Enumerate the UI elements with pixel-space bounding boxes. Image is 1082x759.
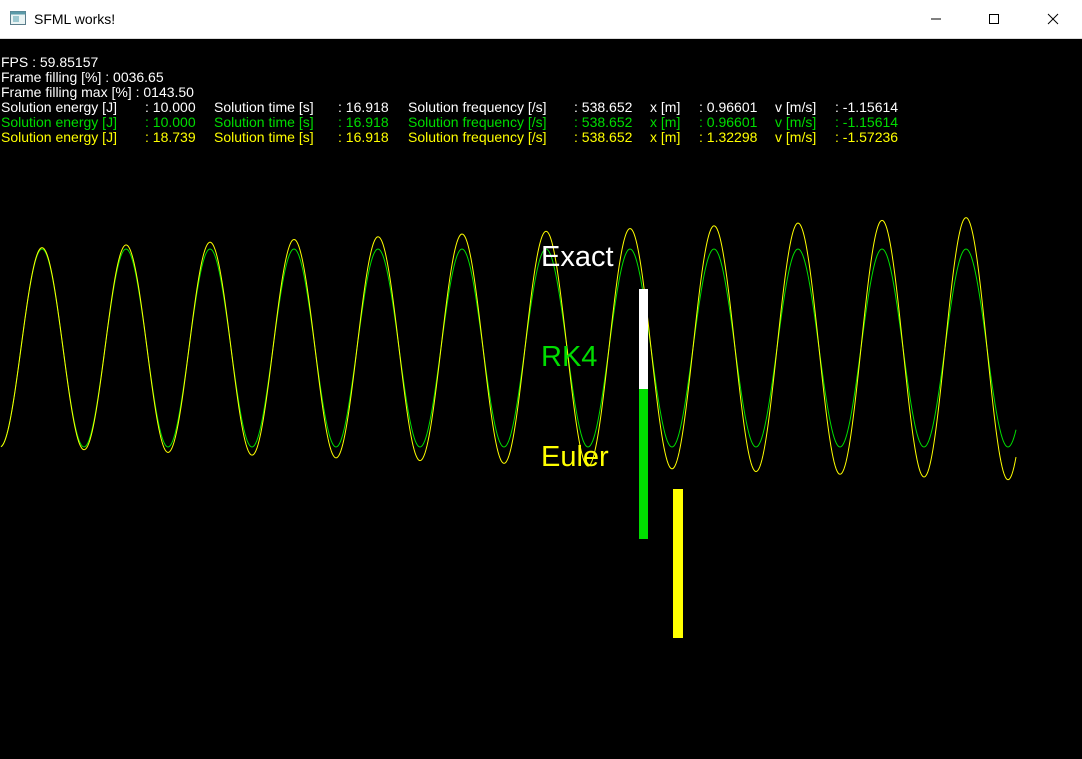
title-bar[interactable]: SFML works! bbox=[0, 0, 1082, 39]
oscillation-plot bbox=[0, 217, 1017, 481]
energy-value: : 10.000 bbox=[145, 99, 196, 115]
legend-rk4: RK4 bbox=[541, 341, 598, 373]
position-value: : 0.96601 bbox=[699, 114, 758, 130]
frame-filling-max-readout: Frame filling max [%] : 0143.50 bbox=[1, 84, 194, 100]
time-label: Solution time [s] bbox=[214, 114, 314, 130]
fps-readout: FPS : 59.85157 bbox=[1, 54, 99, 70]
euler-position-bar bbox=[673, 489, 683, 638]
velocity-label: v [m/s] bbox=[775, 129, 817, 145]
velocity-value: : -1.15614 bbox=[835, 99, 899, 115]
exact-position-bar bbox=[639, 289, 648, 389]
rk4-trajectory-line bbox=[0, 248, 1017, 448]
time-value: : 16.918 bbox=[338, 114, 389, 130]
time-value: : 16.918 bbox=[338, 99, 389, 115]
maximize-icon bbox=[989, 14, 999, 24]
energy-value: : 18.739 bbox=[145, 129, 196, 145]
legend-exact: Exact bbox=[541, 241, 614, 273]
frequency-label: Solution frequency [/s] bbox=[408, 99, 547, 115]
frequency-value: : 538.652 bbox=[574, 129, 633, 145]
time-label: Solution time [s] bbox=[214, 99, 314, 115]
frame-filling-readout: Frame filling [%] : 0036.65 bbox=[1, 69, 164, 85]
rk4-position-bar bbox=[639, 389, 648, 539]
app-window-icon bbox=[10, 11, 26, 25]
velocity-label: v [m/s] bbox=[775, 114, 817, 130]
position-value: : 1.32298 bbox=[699, 129, 758, 145]
stats-row-euler: Solution energy [J] : 18.739 Solution ti… bbox=[0, 130, 1082, 145]
position-label: x [m] bbox=[650, 99, 681, 115]
render-canvas: FPS : 59.85157 Frame filling [%] : 0036.… bbox=[0, 39, 1082, 759]
minimize-button[interactable] bbox=[907, 0, 965, 38]
energy-label: Solution energy [J] bbox=[1, 114, 117, 130]
close-icon bbox=[1047, 13, 1059, 25]
window-title: SFML works! bbox=[34, 11, 116, 27]
frequency-value: : 538.652 bbox=[574, 114, 633, 130]
stats-row-exact: Solution energy [J] : 10.000 Solution ti… bbox=[0, 100, 1082, 115]
velocity-label: v [m/s] bbox=[775, 99, 817, 115]
app-window: SFML works! FPS : 59.85157 Frame filling… bbox=[0, 0, 1082, 759]
velocity-value: : -1.57236 bbox=[835, 129, 899, 145]
energy-label: Solution energy [J] bbox=[1, 99, 117, 115]
frequency-label: Solution frequency [/s] bbox=[408, 114, 547, 130]
position-label: x [m] bbox=[650, 129, 681, 145]
maximize-button[interactable] bbox=[965, 0, 1023, 38]
velocity-value: : -1.15614 bbox=[835, 114, 899, 130]
stats-row-rk4: Solution energy [J] : 10.000 Solution ti… bbox=[0, 115, 1082, 130]
position-label: x [m] bbox=[650, 114, 681, 130]
close-button[interactable] bbox=[1024, 0, 1082, 38]
frequency-label: Solution frequency [/s] bbox=[408, 129, 547, 145]
energy-value: : 10.000 bbox=[145, 114, 196, 130]
energy-label: Solution energy [J] bbox=[1, 129, 117, 145]
time-value: : 16.918 bbox=[338, 129, 389, 145]
frequency-value: : 538.652 bbox=[574, 99, 633, 115]
legend-euler: Euler bbox=[541, 441, 609, 473]
minimize-icon bbox=[931, 18, 941, 20]
time-label: Solution time [s] bbox=[214, 129, 314, 145]
position-value: : 0.96601 bbox=[699, 99, 758, 115]
